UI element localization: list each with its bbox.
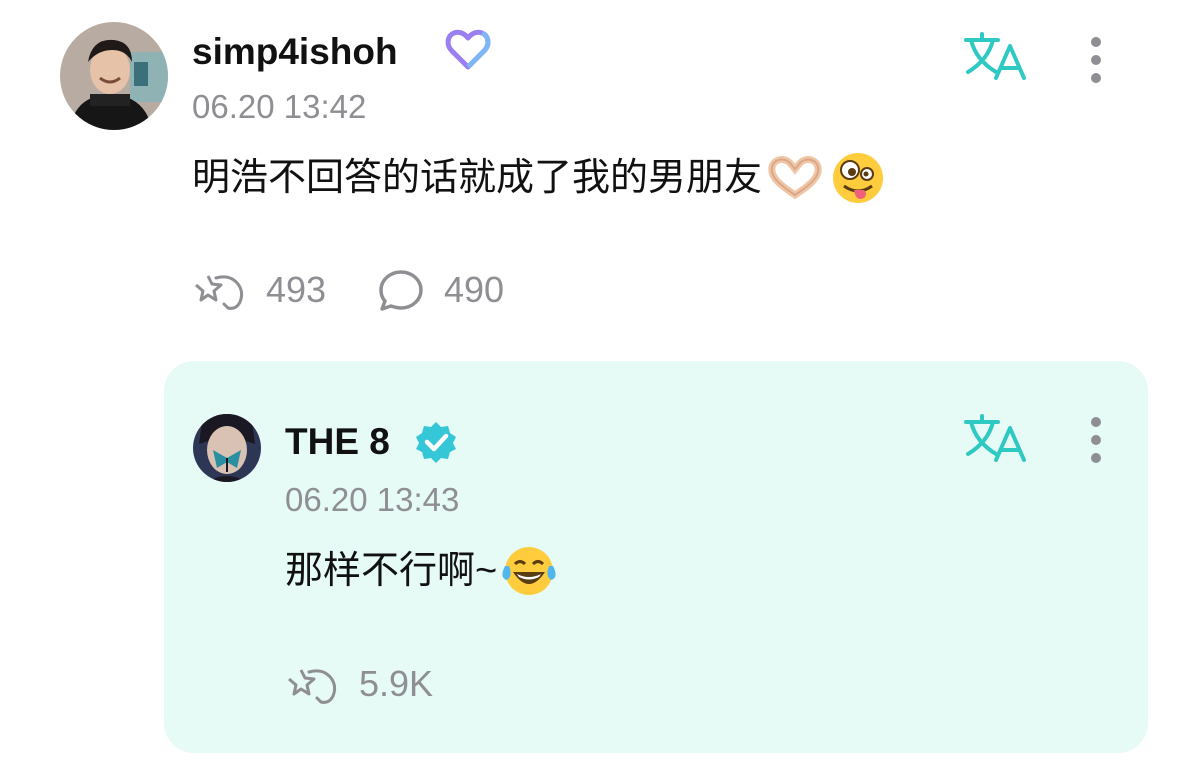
tears-of-joy-emoji-icon: [499, 544, 559, 598]
reply-text: 那样不行啊~: [285, 550, 498, 592]
reply-avatar[interactable]: [193, 414, 261, 482]
reply-translate-icon[interactable]: [962, 412, 1028, 466]
reply-like-stat[interactable]: 5.9K: [287, 662, 433, 706]
post-timestamp: 06.20 13:42: [192, 88, 367, 125]
translate-icon[interactable]: [962, 30, 1028, 84]
post-comment-stat[interactable]: 490: [378, 268, 504, 312]
reply-timestamp: 06.20 13:43: [285, 481, 460, 518]
post-comment-count: 490: [444, 269, 505, 310]
heart-hands-emoji-icon: [766, 155, 824, 201]
reply-username[interactable]: THE 8: [285, 423, 390, 460]
comment-bubble-icon: [379, 270, 423, 311]
heart-badge-icon: [444, 28, 492, 72]
post-avatar[interactable]: [60, 22, 168, 130]
reply-like-count: 5.9K: [359, 663, 434, 704]
post-text-row: 明浩不回答的话就成了我的男朋友: [192, 150, 886, 206]
zany-face-emoji-icon: [830, 150, 886, 206]
reply-star-hand-like-icon: [288, 669, 337, 704]
verified-check-icon: [414, 420, 458, 464]
star-hand-like-icon: [195, 275, 244, 310]
reply-text-row: 那样不行啊~: [285, 543, 559, 599]
post-like-stat[interactable]: 493: [194, 268, 326, 312]
post-like-count: 493: [266, 269, 327, 310]
more-vertical-icon[interactable]: [1080, 34, 1112, 86]
post-text: 明浩不回答的话就成了我的男朋友: [192, 157, 763, 199]
post-username[interactable]: simp4ishoh: [192, 33, 398, 70]
reply-more-vertical-icon[interactable]: [1080, 414, 1112, 466]
